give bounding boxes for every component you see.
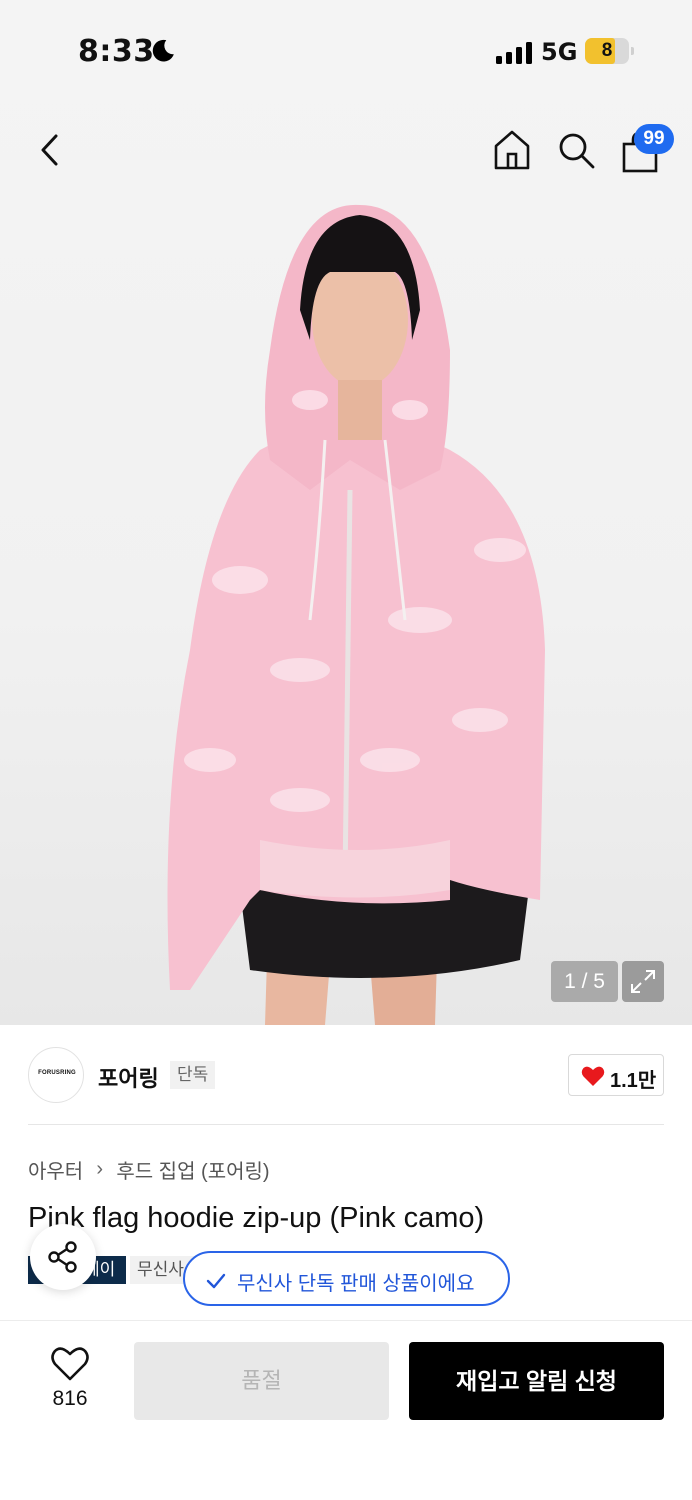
battery-icon: 8 bbox=[585, 38, 634, 64]
brand-logo[interactable]: FORUSRING bbox=[28, 1047, 84, 1103]
toast-message: 무신사 단독 판매 상품이에요 bbox=[237, 1273, 475, 1295]
brand-like-count: 1.1만 bbox=[610, 1070, 657, 1092]
brand-row: FORUSRING 포어링 단독 1.1만 bbox=[28, 1025, 664, 1125]
exclusive-tag: 단독 bbox=[170, 1061, 216, 1089]
expand-icon[interactable] bbox=[622, 961, 664, 1002]
share-icon bbox=[48, 1241, 77, 1273]
heart-filled-icon bbox=[581, 1066, 605, 1086]
chevron-right-icon: › bbox=[96, 1158, 104, 1180]
product-image-gallery[interactable]: 8:33 5G 8 99 1 / 5 bbox=[0, 0, 692, 1025]
sold-out-button[interactable]: 품절 bbox=[134, 1342, 389, 1420]
home-icon[interactable] bbox=[492, 128, 532, 172]
search-icon[interactable] bbox=[556, 130, 596, 170]
product-photo bbox=[167, 204, 545, 1025]
top-navigation bbox=[0, 118, 692, 182]
back-icon[interactable] bbox=[30, 130, 70, 170]
wishlist-count: 816 bbox=[52, 1387, 88, 1410]
signal-icon bbox=[496, 42, 532, 64]
heart-outline-icon[interactable] bbox=[50, 1345, 90, 1383]
check-icon bbox=[206, 1273, 226, 1289]
status-time: 8:33 bbox=[78, 34, 155, 69]
share-button[interactable] bbox=[30, 1224, 96, 1290]
exclusive-toast: 무신사 단독 판매 상품이에요 bbox=[183, 1251, 510, 1306]
cart-count-badge[interactable]: 99 bbox=[634, 124, 674, 154]
status-bar: 8:33 5G 8 bbox=[0, 0, 692, 100]
bottom-action-bar: 816 품절 재입고 알림 신청 bbox=[0, 1320, 692, 1500]
brand-name[interactable]: 포어링 bbox=[98, 1061, 159, 1093]
network-type: 5G bbox=[541, 38, 578, 66]
breadcrumb-category[interactable]: 아우터 bbox=[28, 1155, 83, 1184]
breadcrumb: 아우터 › 후드 집업 (포어링) bbox=[28, 1155, 270, 1183]
image-counter: 1 / 5 bbox=[551, 961, 618, 1002]
breadcrumb-subcategory[interactable]: 후드 집업 (포어링) bbox=[116, 1155, 269, 1184]
product-title: Pink flag hoodie zip-up (Pink camo) bbox=[28, 1202, 485, 1234]
restock-notify-button[interactable]: 재입고 알림 신청 bbox=[409, 1342, 664, 1420]
moon-icon bbox=[152, 39, 174, 62]
brand-like-button[interactable]: 1.1만 bbox=[568, 1054, 664, 1096]
